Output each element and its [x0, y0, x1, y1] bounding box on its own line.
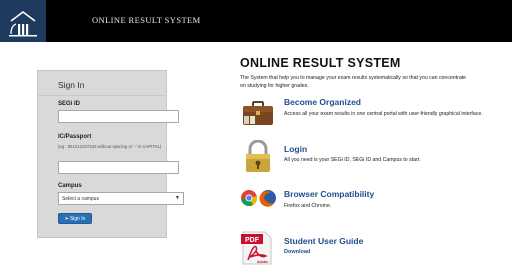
signin-button-label: Sign In — [69, 215, 86, 222]
campus-selected-value: Select a campus — [62, 196, 99, 202]
building-pillars-icon — [9, 11, 37, 37]
segi-id-input[interactable] — [58, 110, 179, 123]
signin-divider — [38, 95, 166, 96]
svg-text:PDF: PDF — [245, 237, 260, 244]
campus-label: Campus — [58, 183, 82, 189]
download-link[interactable]: Download — [284, 249, 310, 255]
signin-panel: Sign In SEGi ID IC/Passport (eg : 851212… — [37, 70, 184, 238]
svg-text:Adobe: Adobe — [257, 260, 268, 264]
feature-desc-browser: Firefox and Chrome. — [284, 203, 332, 209]
page-title: ONLINE RESULT SYSTEM — [240, 56, 401, 70]
feature-title-login: Login — [284, 144, 308, 154]
segi-id-label: SEGi ID — [58, 101, 81, 107]
ic-passport-hint: (eg : 851212107222 without spacing or '-… — [58, 144, 162, 149]
logo[interactable] — [0, 0, 46, 42]
feature-desc-organized: Access all your exam results in one cent… — [284, 111, 483, 117]
feature-title-browser: Browser Compatibility — [284, 189, 375, 199]
feature-title-organized: Become Organized — [284, 97, 361, 107]
browser-icon — [240, 188, 276, 218]
signin-button[interactable]: ➤ Sign In — [58, 213, 92, 224]
login-arrow-icon: ➤ — [64, 215, 69, 222]
ic-passport-input[interactable] — [58, 161, 179, 174]
lock-icon — [241, 139, 275, 172]
ic-passport-label: IC/Passport — [58, 134, 92, 140]
campus-select[interactable]: Select a campus ▼ — [58, 192, 184, 205]
feature-desc-login: All you need is your SEGi ID, SEGi ID an… — [284, 157, 421, 163]
header-bar: ONLINE RESULT SYSTEM — [0, 0, 512, 42]
pdf-icon[interactable]: PDF Adobe — [240, 231, 274, 265]
briefcase-icon — [241, 98, 275, 128]
header-title: ONLINE RESULT SYSTEM — [92, 15, 201, 25]
feature-title-user-guide: Student User Guide — [284, 236, 364, 246]
chevron-down-icon: ▼ — [175, 195, 180, 201]
signin-title: Sign In — [58, 80, 85, 90]
page-description: The System that help you to manage your … — [240, 75, 467, 89]
